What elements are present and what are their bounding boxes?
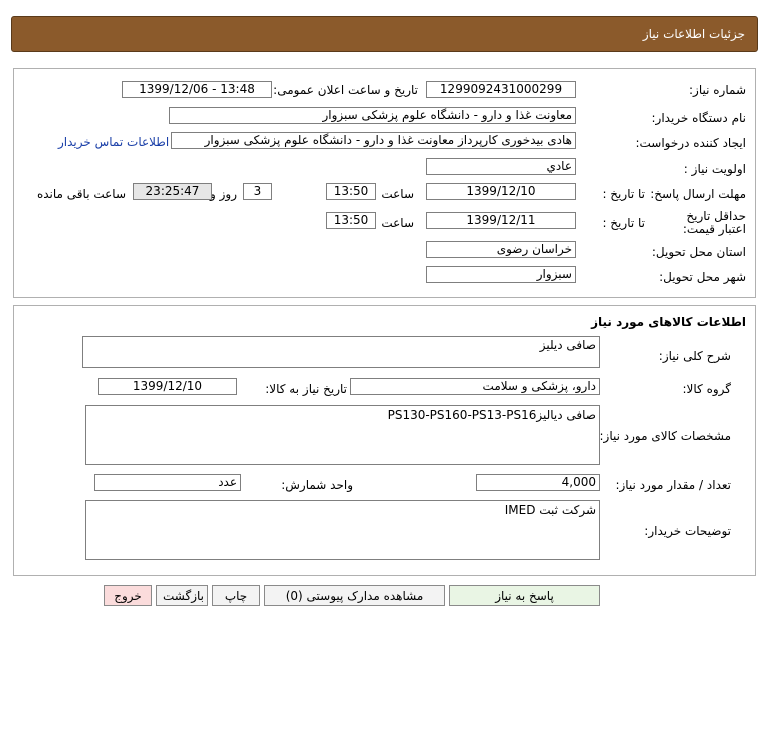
specs-field: صافی دیالیزPS130-PS160-PS13-PS16 [85,405,600,465]
quantity-field: 4,000 [476,474,600,491]
back-button[interactable]: بازگشت [156,585,208,606]
remaining-time-field: 23:25:47 [133,183,212,200]
need-number-label: شماره نیاز: [689,83,746,97]
announce-date-field: 1399/12/06 - 13:48 [122,81,272,98]
buyer-org-label: نام دستگاه خریدار: [651,111,747,125]
city-label: شهر محل تحویل: [659,270,746,284]
buyer-notes-field: شرکت ثبت IMED [85,500,600,560]
summary-label: شرح کلی نیاز: [658,349,731,363]
priority-field: عادي [426,158,576,175]
days-remaining-field: 3 [243,183,272,200]
group-label: گروه کالا: [682,382,732,396]
province-field: خراسان رضوی [426,241,576,258]
unit-field: عدد [94,474,241,491]
price-to-date-label: تا تاریخ : [602,216,645,230]
reply-date-field: 1399/12/10 [426,183,576,200]
buyer-org-field: معاونت غذا و دارو - دانشگاه علوم پزشکی س… [169,107,576,124]
buyer-notes-label: توضیحات خریدار: [644,524,731,538]
group-field: دارو، پزشکی و سلامت [350,378,600,395]
buyer-contact-link[interactable]: اطلاعات تماس خریدار [58,135,169,149]
requester-label: ایجاد کننده درخواست: [635,136,746,150]
priority-label: اولویت نیاز : [683,162,746,176]
requester-field: هادی بیدخوری کارپرداز معاونت غذا و دارو … [171,132,576,149]
price-validity-label: حداقل تاریخ اعتبار قیمت: [682,209,746,236]
reply-deadline-label: مهلت ارسال پاسخ: [650,187,746,201]
reply-to-date-label: تا تاریخ : [602,187,645,201]
need-date-field: 1399/12/10 [98,378,237,395]
attachments-button[interactable]: مشاهده مدارک پیوستی (0) [264,585,445,606]
reply-time-field: 13:50 [326,183,376,200]
specs-label: مشخصات کالای مورد نیاز: [599,429,731,443]
page-title: جزئیات اطلاعات نیاز [642,27,745,41]
goods-section-title: اطلاعات کالاهای مورد نیاز [591,315,746,329]
summary-field: صافی دیلیز [82,336,600,368]
need-info-panel: شماره نیاز: 1299092431000299 تاریخ و ساع… [13,68,756,298]
price-time-label: ساعت [381,216,414,230]
need-number-field: 1299092431000299 [426,81,576,98]
quantity-label: تعداد / مقدار مورد نیاز: [615,478,731,492]
reply-button[interactable]: پاسخ به نیاز [449,585,600,606]
exit-button[interactable]: خروج [104,585,152,606]
days-label: روز و [210,187,237,201]
need-date-label: تاریخ نیاز به کالا: [265,382,347,396]
print-button[interactable]: چاپ [212,585,260,606]
reply-time-label: ساعت [381,187,414,201]
price-time-field: 13:50 [326,212,376,229]
remaining-time-label: ساعت باقی مانده [36,187,126,201]
announce-date-label: تاریخ و ساعت اعلان عمومی: [273,83,418,97]
unit-label: واحد شمارش: [281,478,353,492]
city-field: سبزوار [426,266,576,283]
goods-info-panel: اطلاعات کالاهای مورد نیاز شرح کلی نیاز: … [13,305,756,576]
price-date-field: 1399/12/11 [426,212,576,229]
province-label: استان محل تحویل: [651,245,746,259]
page-header: جزئیات اطلاعات نیاز [11,16,758,52]
